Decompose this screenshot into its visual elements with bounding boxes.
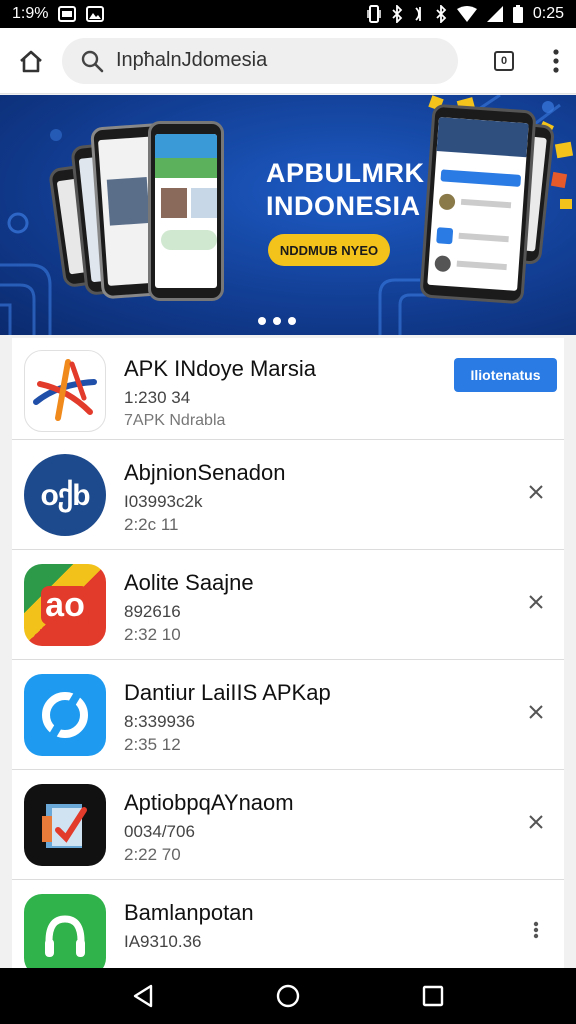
banner-title: APBULMRK INDONESIA [266, 157, 426, 223]
signal-icon [486, 6, 503, 22]
app-list: APK INdoye Marsia 1:230 34 7APK Ndrabla … [12, 338, 564, 968]
list-item[interactable]: Dantiur LaiIIS APKap 8:339936 2:35 12 [12, 660, 564, 770]
list-item[interactable]: AptiobpqAYnaom 0034/706 2:22 70 [12, 770, 564, 880]
back-icon [133, 984, 152, 1008]
back-button[interactable] [118, 971, 168, 1021]
app-meta-secondary: 7APK Ndrabla [124, 412, 226, 429]
app-meta-primary: 892616 [124, 602, 181, 621]
close-icon [529, 595, 543, 609]
search-icon [81, 50, 104, 72]
recents-icon [423, 985, 444, 1007]
system-nav-bar [0, 968, 576, 1024]
app-icon-document-check [24, 784, 106, 866]
status-time-left: 1:9% [12, 5, 49, 22]
item-more-button[interactable] [522, 916, 550, 944]
promo-banner[interactable]: APBULMRK INDONESIA NDDMUB NYEO [0, 95, 576, 335]
app-meta-primary: 8:339936 [124, 712, 195, 731]
carousel-indicator [258, 317, 296, 325]
dismiss-button[interactable] [522, 588, 550, 616]
recents-button[interactable] [408, 971, 458, 1021]
status-clock: 0:25 [532, 5, 564, 22]
battery-icon [512, 5, 523, 23]
odb-logo-icon: oქb [40, 478, 90, 512]
tabs-button[interactable]: 0 [472, 28, 536, 94]
star-logo-icon [33, 359, 97, 421]
app-name: AptiobpqAYnaom [124, 790, 294, 815]
close-icon [529, 705, 543, 719]
close-icon [529, 815, 543, 829]
list-item[interactable]: APK INdoye Marsia 1:230 34 7APK Ndrabla … [12, 338, 564, 440]
home-circle-icon [276, 984, 300, 1008]
list-item[interactable]: Bamlanpotan IA9310.36 [12, 880, 564, 968]
nfc-icon [413, 5, 425, 23]
bluetooth-icon [391, 5, 403, 23]
list-item[interactable]: oქb AbjnionSenadon I03993c2k 2:2c 11 [12, 440, 564, 550]
more-vert-icon [553, 48, 559, 73]
carousel-dot[interactable] [258, 317, 266, 325]
app-icon-android [24, 894, 106, 968]
home-nav-button[interactable] [263, 971, 313, 1021]
dismiss-button[interactable] [522, 698, 550, 726]
carousel-dot[interactable] [288, 317, 296, 325]
home-icon [20, 50, 42, 72]
app-name: APK INdoye Marsia [124, 356, 316, 381]
phone-illustration [419, 103, 537, 305]
app-name: AbjnionSenadon [124, 460, 286, 485]
app-name: Bamlanpotan [124, 900, 254, 925]
app-meta-secondary: 2:2c 11 [124, 515, 179, 534]
browser-toolbar: InpħalnJdomesia 0 [0, 28, 576, 94]
phone-illustration [148, 121, 224, 301]
app-icon-odb: oქb [24, 454, 106, 536]
photo-icon [86, 6, 105, 22]
image-icon [58, 6, 77, 22]
android-icon [45, 915, 85, 957]
bluetooth-icon [435, 5, 447, 23]
document-check-icon [42, 804, 87, 848]
app-meta-primary: 1:230 34 [124, 388, 191, 407]
app-icon-ao: ao [24, 564, 106, 646]
vibrate-icon [367, 5, 381, 23]
home-button[interactable] [0, 28, 62, 94]
status-right: 0:25 [367, 5, 564, 23]
app-meta-primary: I03993c2k [124, 492, 203, 511]
app-meta-primary: IA9310.36 [124, 932, 202, 951]
list-item[interactable]: ao Aolite Saajne 892616 2:32 10 [12, 550, 564, 660]
ao-logo-icon: ao [41, 585, 89, 625]
app-meta-secondary: 2:22 70 [124, 845, 181, 864]
banner-title-line2: INDONESIA [266, 191, 421, 221]
app-meta-secondary: 2:35 12 [124, 735, 181, 754]
carousel-dot[interactable] [273, 317, 281, 325]
status-bar: 1:9% 0:25 [0, 0, 576, 28]
screen: 1:9% 0:25 InpħalnJdomesia 0 APBULMRK IND… [0, 0, 576, 1024]
status-left: 1:9% [12, 5, 105, 23]
wifi-icon [456, 6, 477, 22]
app-meta-secondary: 2:32 10 [124, 625, 181, 644]
banner-title-line1: APBULMRK [266, 158, 425, 188]
more-vert-icon [533, 921, 539, 939]
address-bar[interactable]: InpħalnJdomesia [62, 37, 458, 84]
dismiss-button[interactable] [522, 478, 550, 506]
install-button[interactable]: Iliotenatus [454, 358, 557, 392]
app-name: Dantiur LaiIIS APKap [124, 680, 331, 705]
url-text: InpħalnJdomesia [116, 49, 268, 71]
app-icon-apk-star [24, 350, 106, 432]
app-name: Aolite Saajne [124, 570, 254, 595]
banner-cta-button[interactable]: NDDMUB NYEO [268, 234, 390, 266]
circle-slash-icon [42, 692, 88, 738]
overflow-menu-button[interactable] [536, 28, 576, 94]
app-icon-circle-slash [24, 674, 106, 756]
close-icon [529, 485, 543, 499]
app-meta-primary: 0034/706 [124, 822, 195, 841]
dismiss-button[interactable] [522, 808, 550, 836]
tabs-count-icon: 0 [494, 50, 514, 71]
